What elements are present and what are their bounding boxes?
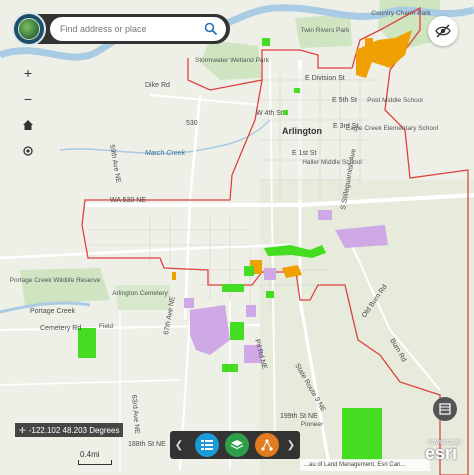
- parcel-purple[interactable]: [264, 268, 276, 280]
- coordinates-readout: ✛ -122.102 48.203 Degrees: [15, 423, 124, 437]
- road-label: E Division St: [305, 75, 345, 82]
- home-button[interactable]: [17, 114, 39, 136]
- school-label: Eagle Creek Elementary School: [346, 125, 439, 132]
- attribute-table-button[interactable]: [433, 397, 457, 421]
- cemetery-label: Arlington Cemetery: [112, 290, 168, 297]
- road-label: E 5th St: [332, 97, 357, 104]
- map-attribution: ...au of Land Management, Esri Can...: [300, 459, 430, 471]
- park-label: Country Charm Park: [371, 10, 431, 17]
- school-label: Post Middle School: [367, 97, 423, 104]
- map-viewer[interactable]: Arlington Country Charm Park Twin Rivers…: [0, 0, 474, 475]
- park-label: Twin Rivers Park: [301, 27, 351, 34]
- app-logo[interactable]: [12, 12, 46, 46]
- coordinates-text: -122.102 48.203 Degrees: [28, 425, 120, 435]
- road-label: Portage Creek: [30, 308, 76, 315]
- cemetery-area: [115, 285, 170, 310]
- parcel-green[interactable]: [262, 38, 270, 46]
- next-button[interactable]: ❯: [284, 431, 298, 459]
- road-label: Dike Rd: [145, 82, 170, 89]
- zoom-in-button[interactable]: +: [17, 62, 39, 84]
- legend-icon: [201, 440, 213, 450]
- table-icon: [439, 403, 451, 415]
- visibility-toggle-button[interactable]: [428, 16, 458, 46]
- parcel-green[interactable]: [294, 88, 300, 93]
- creek-label: March Creek: [145, 150, 186, 157]
- logo-emblem: [18, 18, 40, 40]
- eye-slash-icon: [435, 24, 451, 38]
- parcel-green[interactable]: [230, 322, 244, 340]
- road-label: 199th St NE: [280, 413, 318, 420]
- home-icon: [23, 120, 33, 130]
- esri-logo: esri: [425, 443, 458, 463]
- zoom-out-button[interactable]: −: [17, 88, 39, 110]
- parcel-green[interactable]: [222, 284, 244, 292]
- road-label: 530: [186, 120, 198, 127]
- layers-button[interactable]: [225, 433, 249, 457]
- share-button[interactable]: [255, 433, 279, 457]
- road-label: 188th St NE: [128, 441, 166, 448]
- share-icon: [261, 439, 273, 451]
- parcel-purple[interactable]: [246, 305, 256, 317]
- parcel-green[interactable]: [342, 408, 382, 460]
- map-canvas[interactable]: Arlington Country Charm Park Twin Rivers…: [0, 0, 474, 475]
- previous-button[interactable]: ❮: [172, 431, 186, 459]
- search-input[interactable]: [60, 24, 200, 34]
- reserve-label: Portage Creek Wildlife Reserve: [10, 277, 101, 284]
- road-label: WA 530 NE: [110, 197, 146, 204]
- road-label: E 1st St: [292, 150, 317, 157]
- locate-icon: [23, 146, 33, 156]
- portage-creek-reserve-area: [20, 268, 110, 305]
- scale-bar: [78, 460, 112, 465]
- road-label: E 3rd St: [333, 123, 358, 130]
- scale-label: 0.4mi: [80, 450, 100, 459]
- parcel-green[interactable]: [283, 110, 288, 115]
- road-label: Cemetery Rd: [40, 325, 81, 332]
- pioneer-label: Pioneer: [301, 421, 324, 428]
- parcel-purple[interactable]: [184, 298, 194, 308]
- parcel-green[interactable]: [222, 364, 238, 372]
- parcel-orange[interactable]: [365, 38, 373, 62]
- parcel-green[interactable]: [266, 291, 274, 298]
- search-icon[interactable]: [204, 22, 218, 36]
- search-field[interactable]: [50, 17, 226, 41]
- layers-icon: [230, 440, 244, 450]
- parcel-green[interactable]: [244, 266, 254, 276]
- park-label: Stormwater Wetland Park: [195, 57, 270, 64]
- locate-button[interactable]: [17, 140, 39, 162]
- city-label: Arlington: [282, 126, 322, 136]
- crosshair-icon: ✛: [19, 425, 26, 435]
- parcel-green[interactable]: [78, 328, 96, 358]
- legend-button[interactable]: [195, 433, 219, 457]
- road-label: W 4th St: [256, 110, 283, 117]
- parcel-orange[interactable]: [172, 272, 176, 280]
- parcel-purple[interactable]: [318, 210, 332, 220]
- field-label: Field: [99, 323, 113, 330]
